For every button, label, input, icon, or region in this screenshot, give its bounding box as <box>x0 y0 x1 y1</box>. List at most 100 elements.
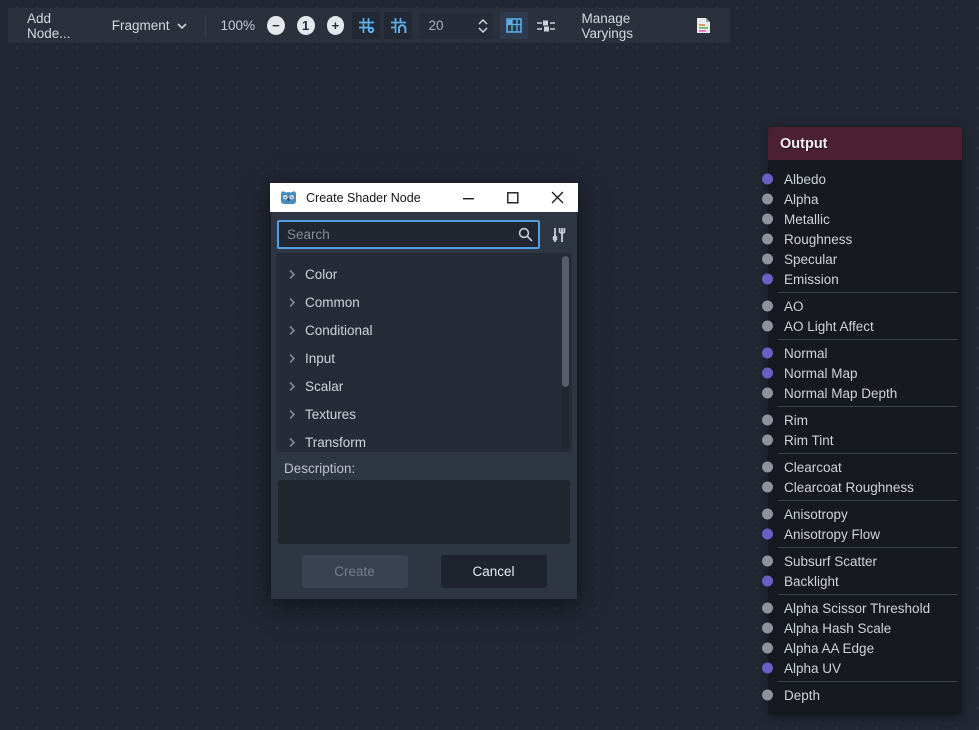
port-group-separator <box>778 453 957 454</box>
arrange-nodes-button[interactable] <box>532 12 560 39</box>
output-port-row: Alpha UV <box>768 658 962 678</box>
port-vector-icon[interactable] <box>762 368 773 379</box>
port-scalar-icon[interactable] <box>762 556 773 567</box>
output-port-row: Depth <box>768 685 962 705</box>
tree-item-conditional[interactable]: Conditional <box>278 316 570 344</box>
chevron-down-icon <box>177 23 187 29</box>
add-node-button[interactable]: Add Node... <box>18 7 103 45</box>
port-scalar-icon[interactable] <box>762 603 773 614</box>
port-group-separator <box>778 339 957 340</box>
port-label: Normal Map Depth <box>784 386 897 401</box>
output-node-header[interactable]: Output <box>768 127 962 161</box>
snap-distance-input[interactable] <box>428 18 478 33</box>
shader-mode-dropdown[interactable]: Fragment <box>103 14 196 37</box>
shader-file-icon <box>696 17 711 34</box>
port-scalar-icon[interactable] <box>762 234 773 245</box>
port-scalar-icon[interactable] <box>762 435 773 446</box>
port-vector-icon[interactable] <box>762 576 773 587</box>
snap-toggle-button[interactable] <box>384 12 412 39</box>
port-label: AO Light Affect <box>784 319 874 334</box>
output-port-row: Specular <box>768 249 962 269</box>
output-port-row: Alpha AA Edge <box>768 638 962 658</box>
chevron-right-icon <box>289 325 296 336</box>
port-label: Subsurf Scatter <box>784 554 877 569</box>
tree-item-label: Transform <box>305 435 366 450</box>
dialog-titlebar[interactable]: Create Shader Node <box>270 183 578 212</box>
snap-distance-spinbox[interactable] <box>419 13 493 39</box>
tree-item-common[interactable]: Common <box>278 288 570 316</box>
close-icon[interactable] <box>551 191 564 204</box>
port-label: Depth <box>784 688 820 703</box>
tree-item-label: Common <box>305 295 360 310</box>
tree-item-textures[interactable]: Textures <box>278 400 570 428</box>
godot-logo-icon <box>279 190 298 205</box>
spin-updown-icon[interactable] <box>478 19 488 33</box>
tree-scrollbar-thumb[interactable] <box>562 256 569 387</box>
manage-varyings-button[interactable]: Manage Varyings <box>573 7 688 45</box>
minimap-toggle-button[interactable] <box>500 12 528 39</box>
zoom-level-label: 100% <box>220 18 255 33</box>
port-scalar-icon[interactable] <box>762 194 773 205</box>
tree-item-label: Textures <box>305 407 356 422</box>
port-label: Metallic <box>784 212 830 227</box>
port-vector-icon[interactable] <box>762 663 773 674</box>
port-scalar-icon[interactable] <box>762 321 773 332</box>
port-label: Specular <box>784 252 837 267</box>
search-icon <box>518 227 533 242</box>
tree-item-input[interactable]: Input <box>278 344 570 372</box>
output-port-row: Rim <box>768 410 962 430</box>
zoom-out-button[interactable]: − <box>267 16 285 35</box>
cancel-button[interactable]: Cancel <box>441 555 547 588</box>
output-port-row: Alpha Hash Scale <box>768 618 962 638</box>
zoom-in-button[interactable]: + <box>327 16 345 35</box>
chevron-right-icon <box>289 437 296 448</box>
search-input[interactable] <box>277 220 540 249</box>
create-button[interactable]: Create <box>302 555 408 588</box>
grid-settings-button[interactable] <box>352 12 380 39</box>
port-label: Emission <box>784 272 839 287</box>
port-scalar-icon[interactable] <box>762 643 773 654</box>
arrange-nodes-icon <box>537 19 555 33</box>
output-node[interactable]: Output AlbedoAlphaMetallicRoughnessSpecu… <box>768 127 962 715</box>
output-port-row: Backlight <box>768 571 962 591</box>
tree-item-label: Color <box>305 267 337 282</box>
show-shader-code-button[interactable] <box>690 12 718 39</box>
port-label: Clearcoat Roughness <box>784 480 914 495</box>
port-vector-icon[interactable] <box>762 174 773 185</box>
port-vector-icon[interactable] <box>762 348 773 359</box>
port-group-separator <box>778 406 957 407</box>
output-node-title: Output <box>780 136 828 152</box>
port-scalar-icon[interactable] <box>762 482 773 493</box>
port-scalar-icon[interactable] <box>762 623 773 634</box>
minimap-icon <box>505 17 523 34</box>
tree-scrollbar[interactable] <box>562 256 569 449</box>
zoom-reset-button[interactable]: 1 <box>297 16 315 35</box>
port-scalar-icon[interactable] <box>762 388 773 399</box>
port-scalar-icon[interactable] <box>762 509 773 520</box>
tree-item-color[interactable]: Color <box>278 260 570 288</box>
port-scalar-icon[interactable] <box>762 690 773 701</box>
port-group-separator <box>778 292 957 293</box>
tree-item-scalar[interactable]: Scalar <box>278 372 570 400</box>
port-scalar-icon[interactable] <box>762 301 773 312</box>
tree-item-transform[interactable]: Transform <box>278 428 570 452</box>
output-port-row: Normal <box>768 343 962 363</box>
port-label: Albedo <box>784 172 826 187</box>
port-scalar-icon[interactable] <box>762 415 773 426</box>
port-group-separator <box>778 500 957 501</box>
chevron-right-icon <box>289 381 296 392</box>
output-port-row: Clearcoat Roughness <box>768 477 962 497</box>
filter-options-button[interactable] <box>545 220 571 249</box>
output-port-row: Anisotropy <box>768 504 962 524</box>
port-scalar-icon[interactable] <box>762 254 773 265</box>
minimize-icon[interactable] <box>463 192 475 204</box>
zoom-in-icon: + <box>332 19 340 32</box>
maximize-icon[interactable] <box>507 192 519 204</box>
port-vector-icon[interactable] <box>762 529 773 540</box>
port-scalar-icon[interactable] <box>762 462 773 473</box>
port-scalar-icon[interactable] <box>762 214 773 225</box>
output-port-row: Alpha <box>768 189 962 209</box>
grid-gear-icon <box>358 17 375 34</box>
port-vector-icon[interactable] <box>762 274 773 285</box>
description-box <box>278 480 570 544</box>
